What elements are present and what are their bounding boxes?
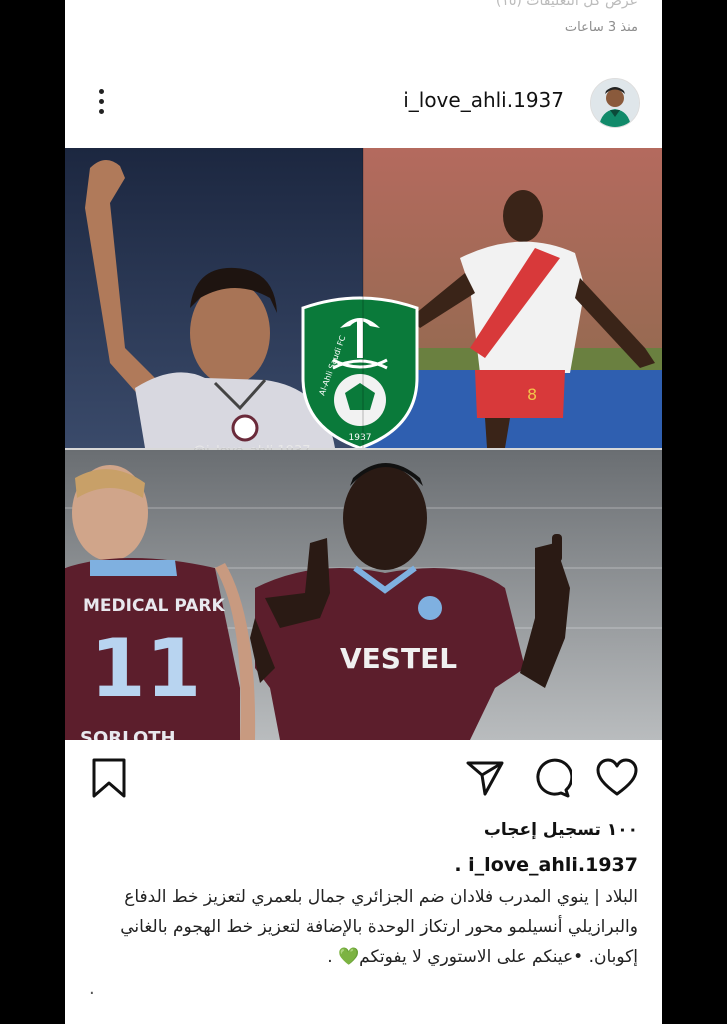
svg-text:8: 8	[527, 385, 537, 404]
bookmark-icon[interactable]	[91, 758, 127, 802]
jersey-back-sponsor: MEDICAL PARK	[83, 596, 225, 616]
post-header: i_love_ahli.1937	[65, 66, 662, 140]
jersey-number: 11	[90, 622, 201, 715]
player-photo-ekuban: MEDICAL PARK 11 SORLOTH VESTEL	[65, 450, 662, 749]
share-icon[interactable]	[465, 758, 505, 802]
post-timestamp: منذ 3 ساعات	[564, 20, 638, 35]
view-comments-link[interactable]: عرض كل التعليقات (١٥)	[65, 0, 638, 8]
caption-username[interactable]: i_love_ahli.1937 .	[454, 854, 638, 876]
post-username[interactable]: i_love_ahli.1937	[403, 88, 564, 112]
comment-icon[interactable]	[532, 758, 574, 802]
avatar[interactable]	[590, 78, 640, 128]
emblem-year: 1937	[349, 433, 372, 443]
al-ahli-emblem: 1937 Al-Ahli Saudi FC	[301, 296, 419, 450]
post-actions-bar	[65, 752, 662, 808]
jersey-front-sponsor: VESTEL	[340, 642, 457, 675]
post-image[interactable]: @i_love_ahli.1937 8	[65, 148, 662, 749]
heart-icon[interactable]	[596, 758, 638, 802]
post-top-area: عرض كل التعليقات (١٥) منذ 3 ساعات	[65, 0, 638, 35]
caption-text: البلاد | ينوي المدرب فلادان ضم الجزائري …	[120, 887, 638, 967]
trailing-dot: .	[89, 978, 95, 999]
more-options-icon[interactable]	[95, 86, 107, 118]
like-count[interactable]: ١٠٠ تسجيل إعجاب	[484, 820, 638, 840]
post-card: عرض كل التعليقات (١٥) منذ 3 ساعات i_love…	[65, 0, 662, 1024]
jersey-name: SORLOTH	[80, 728, 176, 740]
